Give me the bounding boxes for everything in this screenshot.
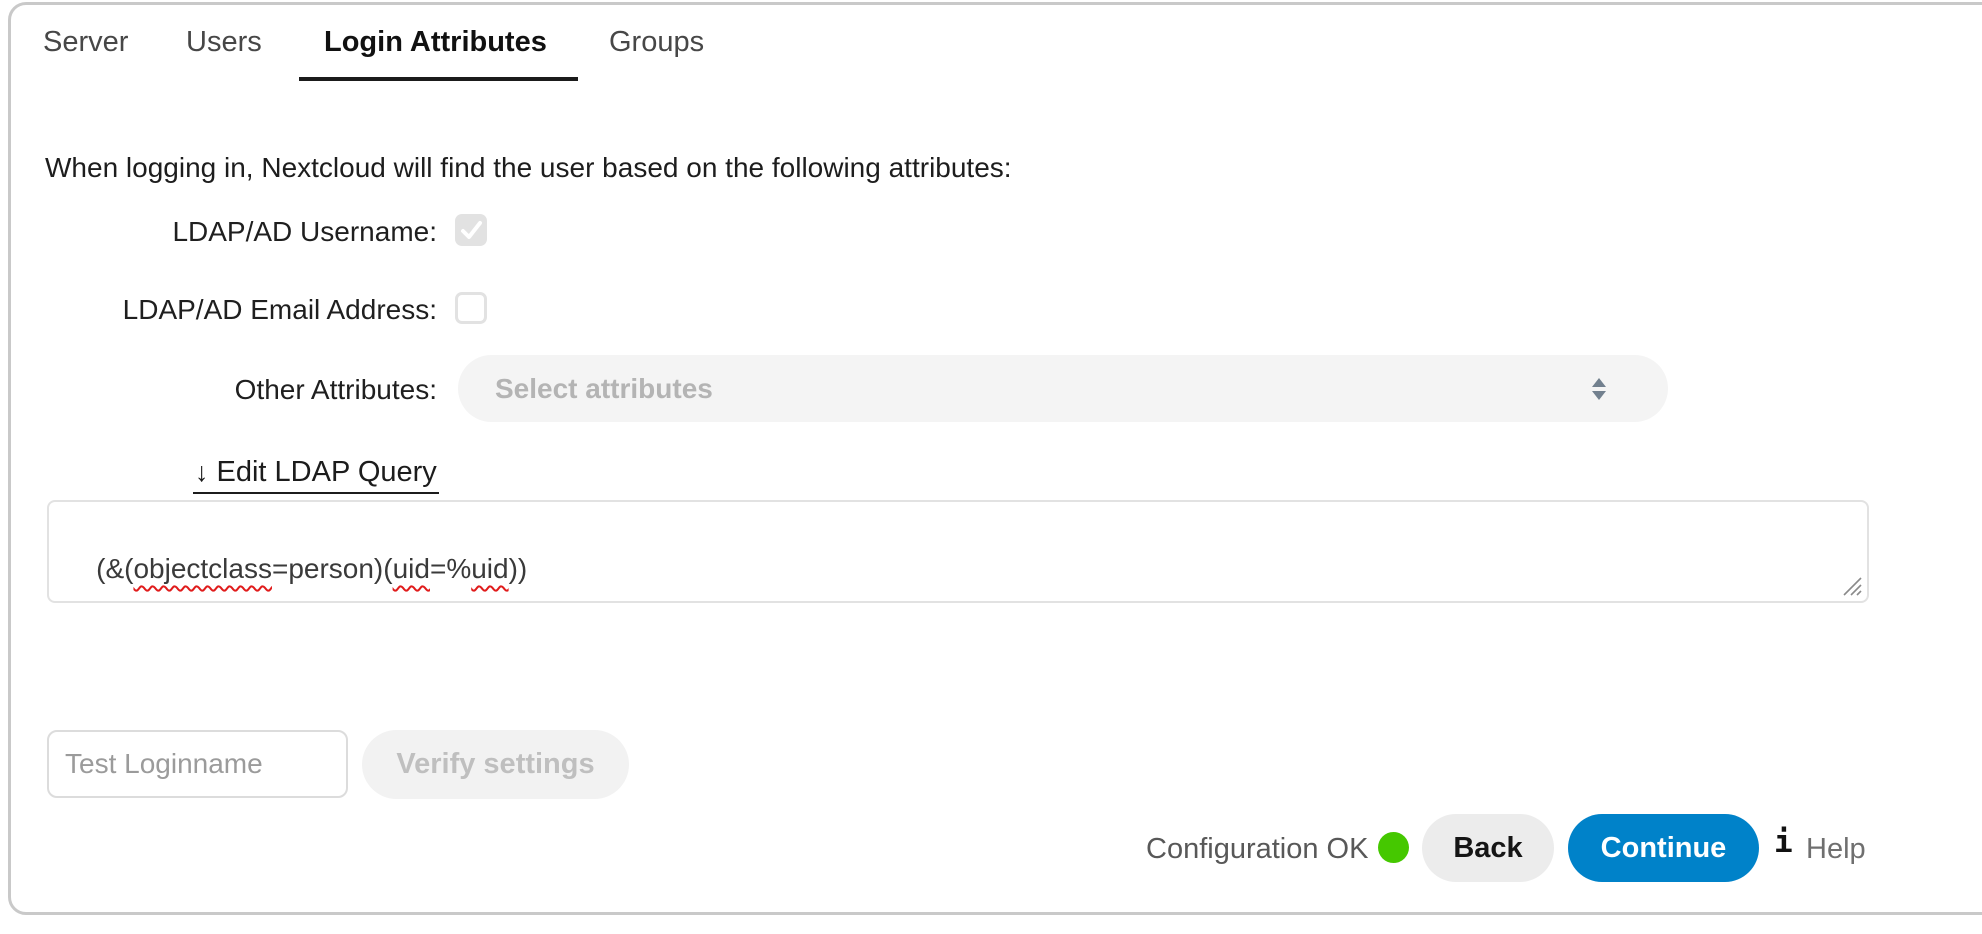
email-label: LDAP/AD Email Address:: [0, 294, 437, 326]
active-tab-underline: [299, 77, 578, 81]
help-link[interactable]: Help: [1806, 833, 1866, 866]
query-segment-misspelled: uid: [471, 553, 508, 584]
configuration-status-text: Configuration OK: [1146, 833, 1368, 866]
tab-login-attributes[interactable]: Login Attributes: [324, 26, 547, 59]
down-arrow-icon: ↓: [195, 457, 209, 487]
email-checkbox[interactable]: [455, 292, 487, 324]
continue-button[interactable]: Continue: [1568, 814, 1759, 882]
select-placeholder: Select attributes: [495, 355, 713, 422]
textarea-resize-handle[interactable]: [1841, 575, 1863, 597]
test-loginname-input[interactable]: [47, 730, 348, 798]
checkmark-icon: [455, 214, 487, 246]
query-segment-misspelled: uid: [393, 553, 430, 584]
tab-groups[interactable]: Groups: [609, 26, 704, 59]
ldap-query-textarea[interactable]: (&(objectclass=person)(uid=%uid)): [47, 500, 1869, 603]
other-attributes-label: Other Attributes:: [0, 374, 437, 406]
edit-ldap-query-label: Edit LDAP Query: [217, 456, 437, 488]
other-attributes-select[interactable]: Select attributes: [458, 355, 1668, 422]
ldap-wizard: Server Users Login Attributes Groups Whe…: [0, 0, 1982, 934]
tab-users[interactable]: Users: [186, 26, 262, 59]
verify-settings-button[interactable]: Verify settings: [362, 730, 629, 799]
status-ok-dot: [1378, 832, 1409, 863]
query-segment: (&(: [96, 553, 133, 584]
select-updown-icon: [1590, 377, 1608, 401]
query-segment: )): [509, 553, 528, 584]
username-checkbox[interactable]: [455, 214, 487, 246]
intro-text: When logging in, Nextcloud will find the…: [45, 152, 1012, 184]
query-segment-misspelled: objectclass: [133, 553, 272, 584]
back-button[interactable]: Back: [1422, 814, 1554, 882]
tab-server[interactable]: Server: [43, 26, 128, 59]
query-segment: =%: [430, 553, 471, 584]
username-label: LDAP/AD Username:: [0, 216, 437, 248]
edit-ldap-query-link[interactable]: ↓ Edit LDAP Query: [193, 456, 439, 494]
query-segment: =person)(: [272, 553, 393, 584]
info-icon: i: [1774, 824, 1793, 860]
